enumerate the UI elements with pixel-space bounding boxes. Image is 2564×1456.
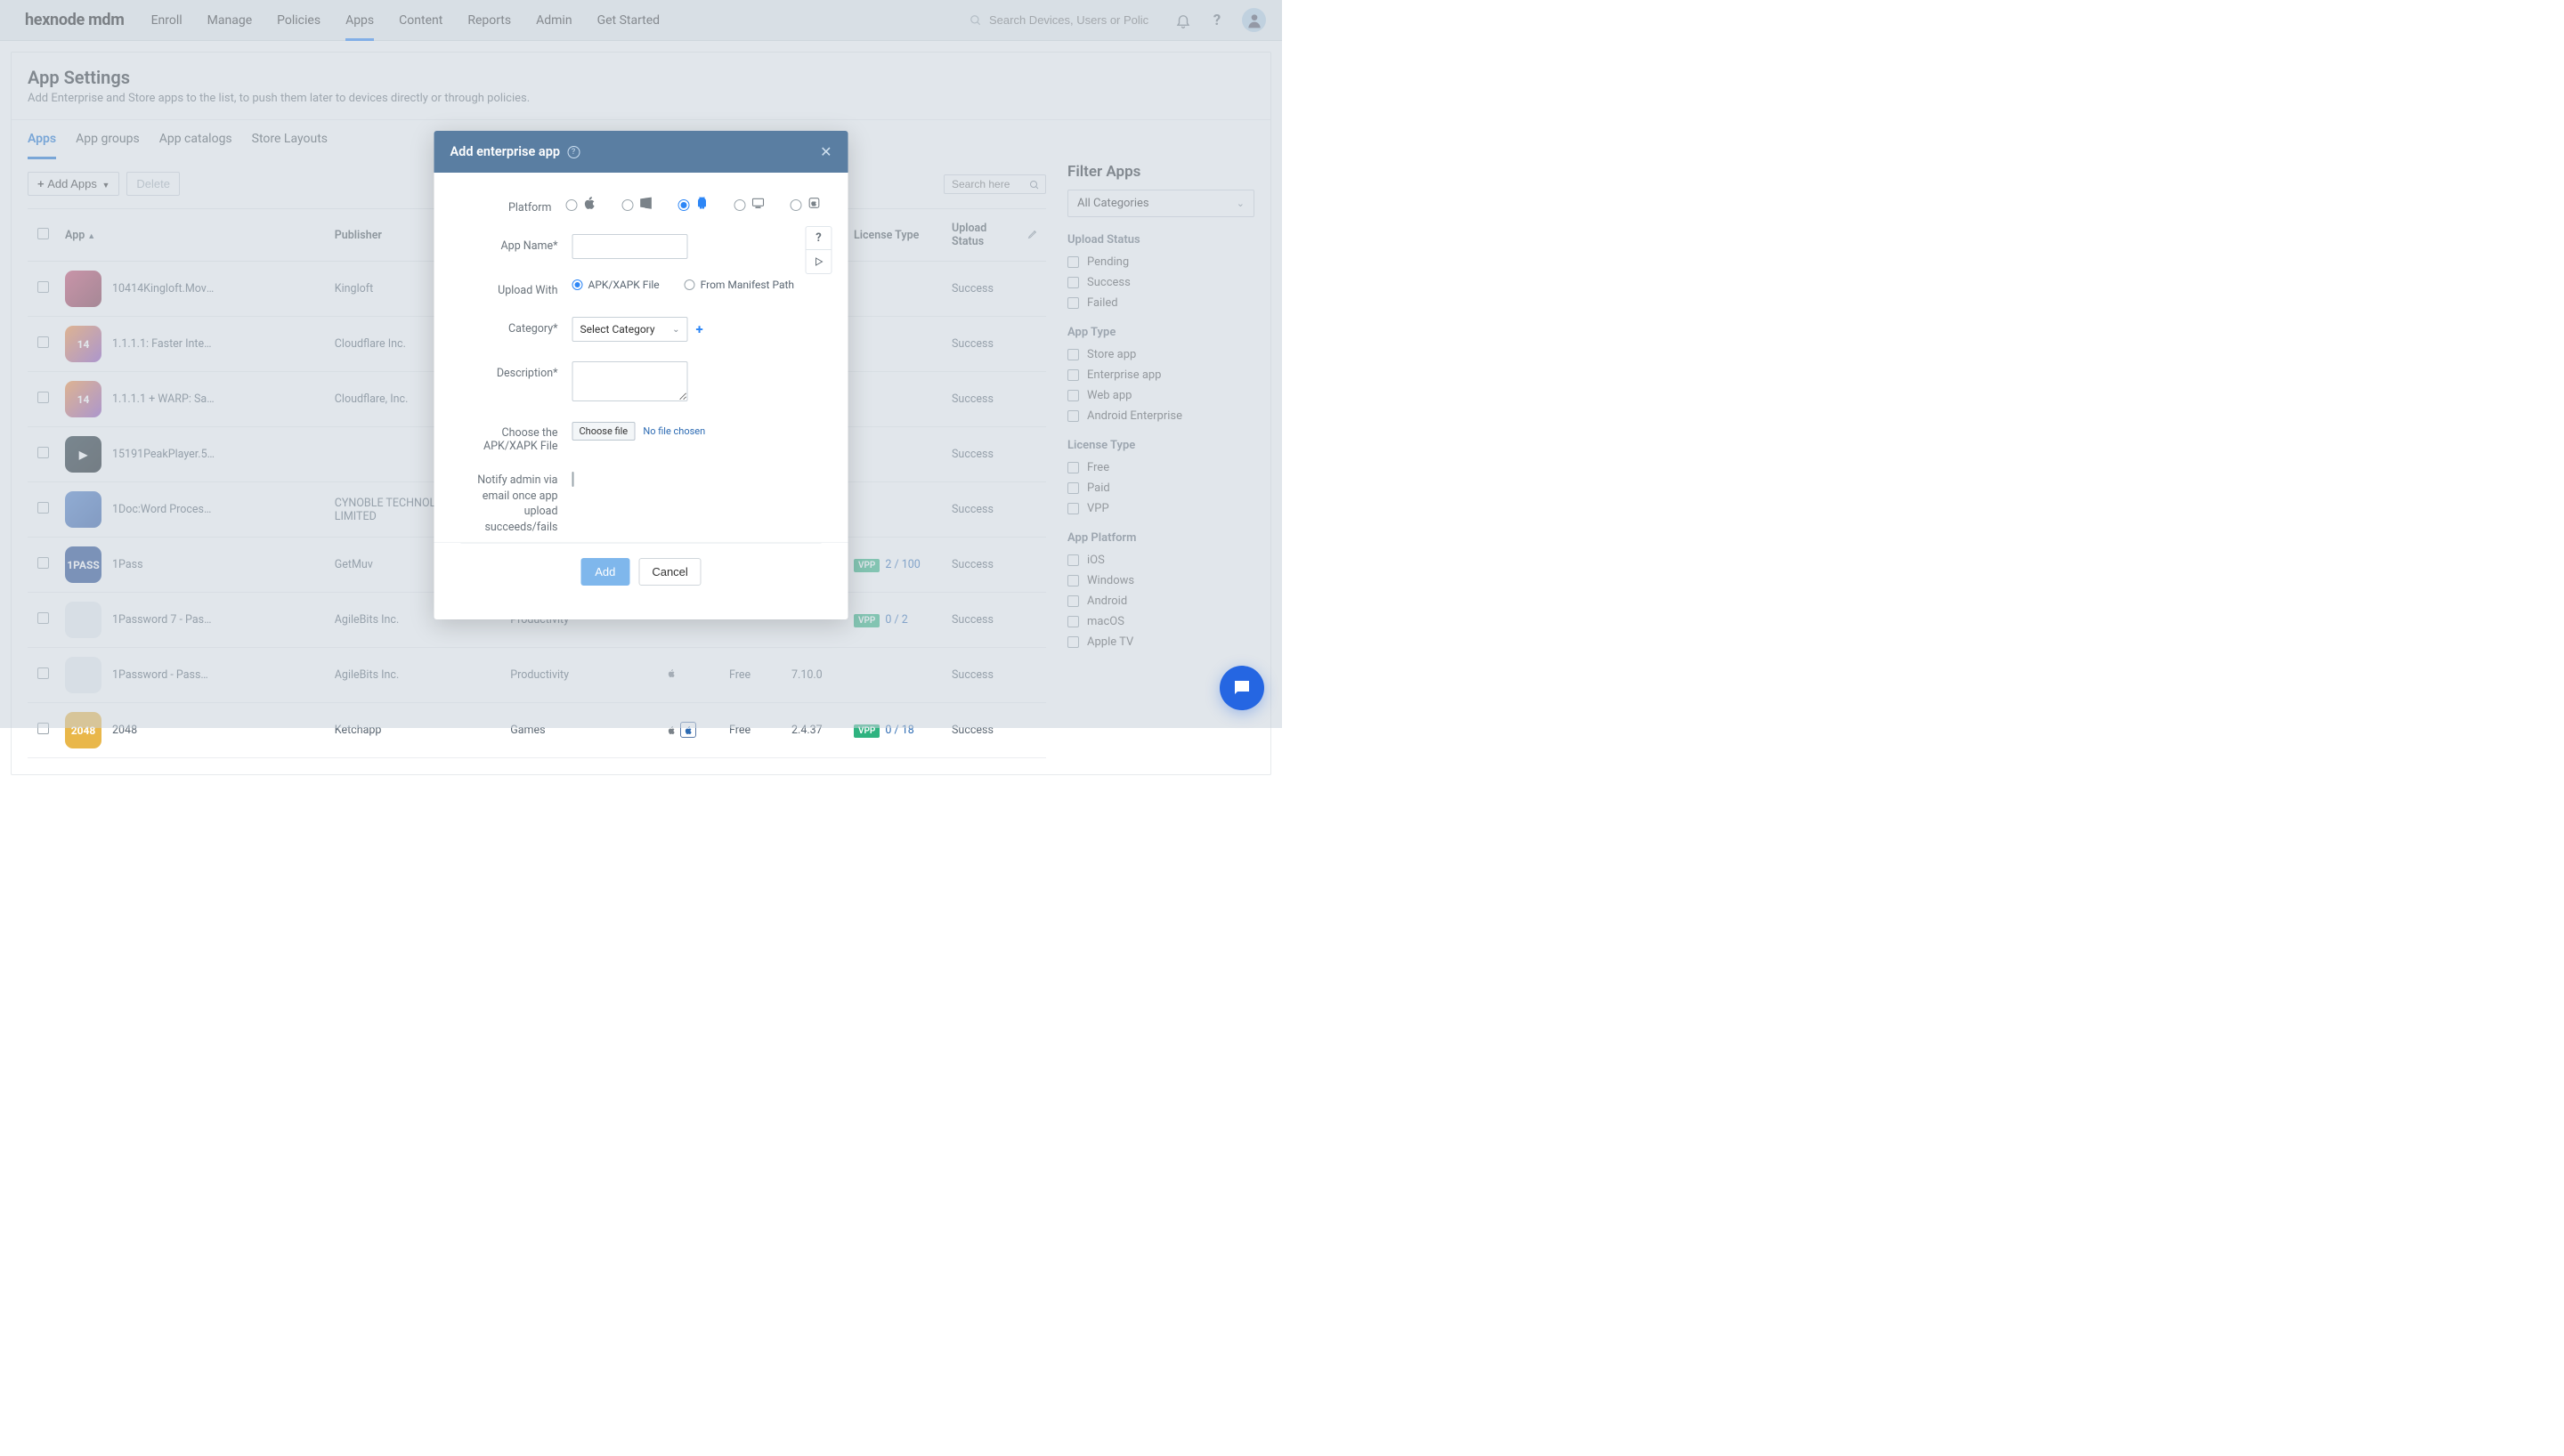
description-label: Description* [461, 361, 572, 380]
category-dropdown[interactable]: Select Category ⌄ [572, 317, 688, 342]
file-label: Choose the APK/XAPK File [461, 425, 572, 453]
category-label: Category* [461, 317, 572, 336]
upload-with-apk-xapk-file[interactable]: APK/XAPK File [572, 279, 660, 291]
file-nochosen-text: No file chosen [643, 425, 705, 437]
choose-file-button[interactable]: Choose file [572, 422, 636, 441]
upload-with-label: Upload With [461, 279, 572, 297]
modal-help-action[interactable]: ? [807, 227, 832, 250]
apple-icon [583, 196, 597, 214]
modal-side-actions: ? [806, 226, 832, 274]
description-textarea[interactable] [572, 361, 688, 401]
notify-label: Notify admin via email once app upload s… [461, 473, 572, 535]
modal-close-icon[interactable]: ✕ [820, 143, 832, 160]
platform-option-appletv[interactable] [791, 196, 822, 214]
app-name-label: App Name* [461, 234, 572, 253]
android-icon [695, 196, 710, 214]
modal-cancel-button[interactable]: Cancel [638, 558, 701, 586]
chat-bubble[interactable] [1220, 666, 1264, 710]
upload-with-options: APK/XAPK File From Manifest Path [572, 279, 822, 291]
platform-option-windows[interactable] [622, 196, 653, 214]
chevron-down-icon: ⌄ [672, 325, 679, 335]
modal-run-action[interactable] [807, 250, 832, 273]
windows-icon [639, 196, 653, 214]
notify-checkbox[interactable] [572, 472, 574, 487]
macos-icon [751, 196, 766, 214]
platform-option-macos[interactable] [734, 196, 766, 214]
appletv-icon [807, 196, 822, 214]
add-enterprise-app-modal: Add enterprise app ? ✕ ? Platform App Na… [434, 131, 848, 619]
platform-options [566, 196, 822, 214]
platform-option-android[interactable] [678, 196, 710, 214]
upload-with-from-manifest-path[interactable]: From Manifest Path [685, 279, 794, 291]
app-name-input[interactable] [572, 234, 688, 259]
modal-title: Add enterprise app [450, 144, 561, 159]
add-category-button[interactable]: + [696, 321, 703, 337]
modal-help-icon[interactable]: ? [567, 146, 580, 158]
platform-label: Platform [461, 196, 566, 214]
modal-add-button[interactable]: Add [580, 558, 629, 586]
platform-option-apple[interactable] [566, 196, 597, 214]
